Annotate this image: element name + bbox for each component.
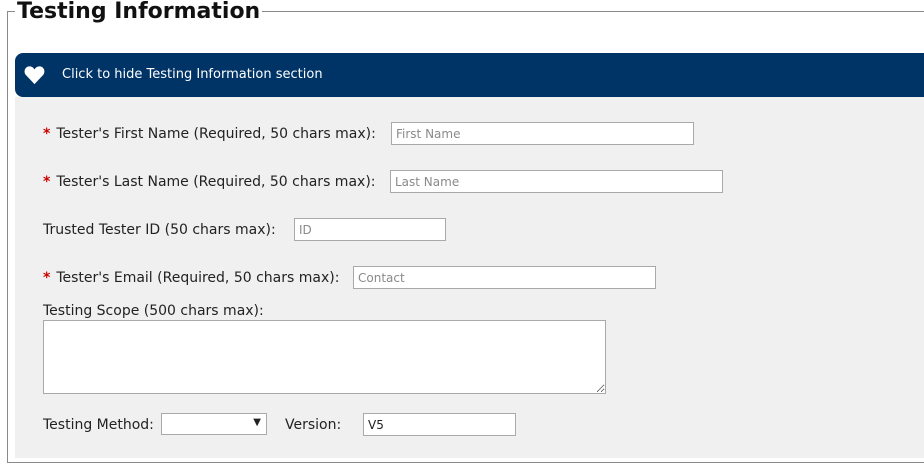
email-label: * Tester's Email (Required, 50 chars max)…	[43, 270, 340, 286]
testing-scope-textarea[interactable]	[43, 320, 606, 394]
last-name-input[interactable]	[390, 170, 723, 193]
testing-method-label: Testing Method:	[43, 417, 154, 433]
testing-scope-label: Testing Scope (500 chars max):	[43, 303, 264, 319]
required-asterisk: *	[43, 126, 51, 142]
email-input[interactable]	[353, 266, 656, 289]
required-asterisk: *	[43, 270, 51, 286]
required-asterisk: *	[43, 174, 51, 190]
heart-icon[interactable]	[23, 65, 46, 85]
first-name-label: * Tester's First Name (Required, 50 chars…	[43, 126, 376, 142]
section-title: Testing Information	[15, 0, 263, 26]
last-name-label: * Tester's Last Name (Required, 50 chars …	[43, 174, 376, 190]
version-input[interactable]	[363, 413, 516, 436]
testing-method-select[interactable]: ▼	[161, 413, 267, 435]
tester-id-label: Trusted Tester ID (50 chars max):	[43, 222, 276, 238]
toggle-section-bar[interactable]: Click to hide Testing Information sectio…	[15, 53, 924, 97]
tester-id-input[interactable]	[294, 218, 446, 241]
version-label: Version:	[285, 417, 342, 433]
first-name-input[interactable]	[391, 122, 694, 145]
toggle-section-label[interactable]: Click to hide Testing Information sectio…	[62, 53, 323, 97]
dropdown-arrow-icon[interactable]: ▼	[253, 417, 261, 428]
